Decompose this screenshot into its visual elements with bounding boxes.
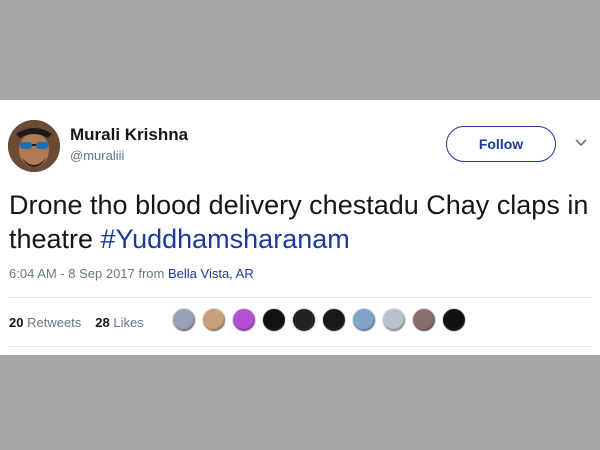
- retweets-label: Retweets: [27, 315, 82, 330]
- likes-count: 28: [95, 315, 110, 330]
- tweet-meta: 6:04 AM - 8 Sep 2017 from Bella Vista, A…: [9, 266, 254, 281]
- follow-button[interactable]: Follow: [446, 126, 556, 162]
- liker-avatar[interactable]: [322, 308, 346, 332]
- hashtag-link[interactable]: #Yuddhamsharanam: [101, 224, 350, 254]
- display-name[interactable]: Murali Krishna: [70, 125, 188, 145]
- liker-avatar[interactable]: [262, 308, 286, 332]
- retweets-stat[interactable]: 20 Retweets: [9, 315, 81, 330]
- liker-avatar[interactable]: [172, 308, 196, 332]
- likes-label: Likes: [113, 315, 144, 330]
- liker-avatar[interactable]: [412, 308, 436, 332]
- divider: [9, 346, 591, 347]
- likes-stat[interactable]: 28 Likes: [95, 315, 143, 330]
- liker-avatar[interactable]: [202, 308, 226, 332]
- liker-avatar[interactable]: [292, 308, 316, 332]
- divider: [9, 297, 591, 298]
- tweet-stats: 20 Retweets 28 Likes: [9, 315, 144, 330]
- location-link[interactable]: Bella Vista, AR: [168, 266, 254, 281]
- tweet-card: Murali Krishna @muraliii Follow Drone th…: [0, 100, 600, 355]
- retweets-count: 20: [9, 315, 24, 330]
- user-handle[interactable]: @muraliii: [70, 148, 124, 163]
- liker-avatars: [172, 308, 466, 332]
- avatar[interactable]: [8, 120, 60, 172]
- liker-avatar[interactable]: [442, 308, 466, 332]
- tweet-text: Drone tho blood delivery chestadu Chay c…: [9, 188, 594, 256]
- liker-avatar[interactable]: [382, 308, 406, 332]
- liker-avatar[interactable]: [352, 308, 376, 332]
- chevron-down-icon[interactable]: [574, 136, 588, 150]
- avatar-image: [8, 120, 60, 172]
- liker-avatar[interactable]: [232, 308, 256, 332]
- tweet-timestamp[interactable]: 6:04 AM - 8 Sep 2017 from: [9, 266, 168, 281]
